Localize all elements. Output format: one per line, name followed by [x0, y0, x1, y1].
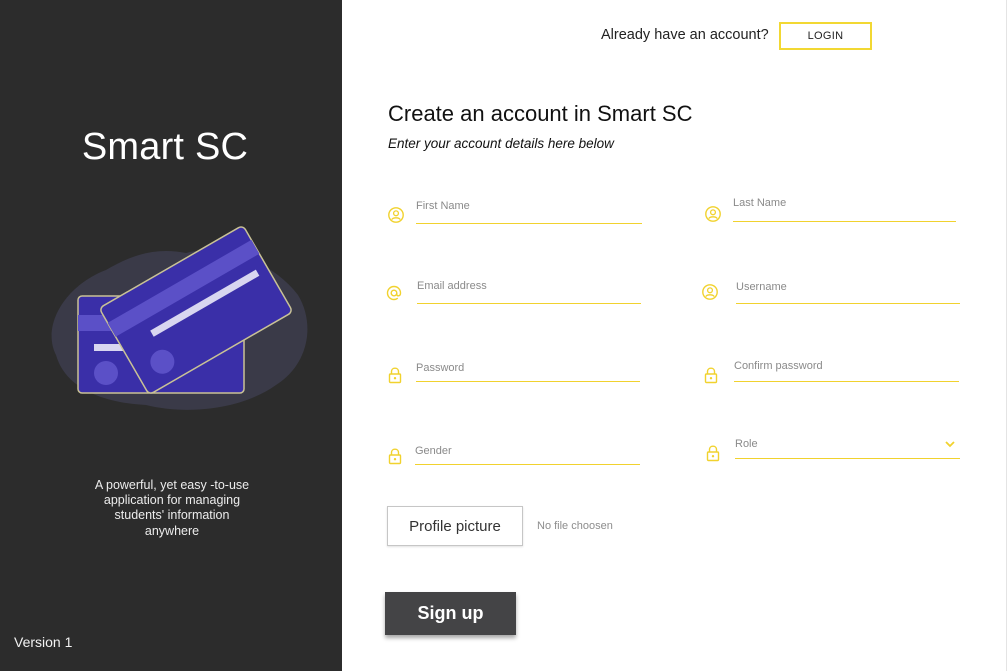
- signup-panel: Already have an account? LOGIN Create an…: [342, 0, 1007, 671]
- signup-button[interactable]: Sign up: [385, 592, 516, 635]
- chevron-down-icon[interactable]: [944, 438, 956, 450]
- role-label: Role: [735, 438, 758, 450]
- login-button[interactable]: LOGIN: [779, 22, 872, 50]
- login-prompt: Already have an account?: [601, 27, 769, 43]
- user-circle-icon: [702, 284, 718, 300]
- email-label: Email address: [417, 280, 487, 292]
- gender-underline: [415, 464, 640, 465]
- version-label: Version 1: [14, 634, 73, 650]
- gender-label: Gender: [415, 445, 452, 457]
- page-title: Create an account in Smart SC: [388, 101, 693, 126]
- lock-icon: [388, 367, 402, 384]
- first-name-field[interactable]: First Name: [387, 196, 647, 236]
- first-name-underline: [416, 223, 642, 224]
- role-select[interactable]: Role: [704, 434, 964, 474]
- last-name-field[interactable]: Last Name: [704, 193, 964, 233]
- password-field[interactable]: Password: [386, 358, 646, 398]
- brand-tagline: A powerful, yet easy -to-use application…: [94, 478, 250, 538]
- user-circle-icon: [388, 207, 404, 223]
- username-field[interactable]: Username: [701, 277, 963, 317]
- confirm-password-field[interactable]: Confirm password: [702, 356, 962, 396]
- password-underline: [416, 381, 640, 382]
- at-sign-icon: [386, 285, 402, 301]
- last-name-label: Last Name: [733, 197, 787, 209]
- email-field[interactable]: Email address: [385, 276, 645, 316]
- brand-panel: Smart SC A powerful, yet easy -to-use ap…: [0, 0, 342, 671]
- confirm-password-underline: [734, 381, 959, 382]
- first-name-label: First Name: [416, 200, 470, 212]
- brand-name: Smart SC: [81, 126, 249, 168]
- password-label: Password: [416, 362, 465, 374]
- confirm-password-label: Confirm password: [734, 360, 823, 372]
- email-underline: [417, 303, 641, 304]
- file-status: No file choosen: [537, 520, 613, 532]
- lock-icon: [388, 448, 402, 465]
- gender-field[interactable]: Gender: [386, 441, 646, 481]
- credit-cards-illustration: [51, 226, 308, 410]
- page-subtitle: Enter your account details here below: [388, 136, 614, 151]
- profile-picture-button[interactable]: Profile picture: [387, 506, 523, 546]
- username-underline: [736, 303, 960, 304]
- lock-icon: [704, 367, 718, 384]
- lock-icon: [706, 445, 720, 462]
- user-circle-icon: [705, 206, 721, 222]
- username-label: Username: [736, 281, 787, 293]
- last-name-underline: [733, 221, 956, 222]
- role-underline: [735, 458, 960, 459]
